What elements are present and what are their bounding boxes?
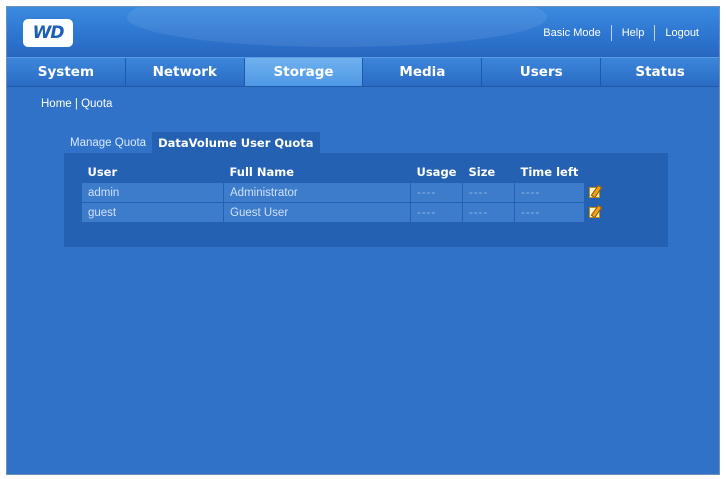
wd-logo: WD [23, 19, 73, 47]
table-header-row: User Full Name Usage Size Time left [82, 162, 606, 183]
cell-time-left: ---- [514, 202, 585, 223]
breadcrumb-current: Quota [81, 98, 113, 110]
header-decoration [127, 7, 547, 47]
app-window: WD Basic Mode Help Logout System Network… [6, 6, 720, 475]
header-size: Size [468, 165, 496, 179]
quota-table: User Full Name Usage Size Time left admi… [81, 162, 606, 223]
cell-time-left: ---- [514, 182, 585, 203]
tab-system[interactable]: System [7, 58, 126, 86]
header-usage: Usage [416, 165, 457, 179]
breadcrumb-separator: | [74, 98, 78, 110]
cell-full-name: Guest User [223, 202, 411, 223]
sub-tabs: Manage Quota DataVolume User Quota [64, 132, 320, 154]
header-user: User [87, 165, 118, 179]
help-link[interactable]: Help [612, 27, 655, 39]
header-time-left: Time left [520, 165, 579, 179]
cell-full-name: Administrator [223, 182, 411, 203]
subtab-manage-quota[interactable]: Manage Quota [64, 132, 152, 154]
quota-panel: User Full Name Usage Size Time left admi… [64, 153, 668, 247]
cell-usage: ---- [410, 202, 463, 223]
cell-size: ---- [462, 202, 515, 223]
breadcrumb: Home | Quota [41, 98, 112, 110]
header-full-name: Full Name [229, 165, 295, 179]
tab-network[interactable]: Network [126, 58, 245, 86]
table-row: guest Guest User ---- ---- ---- [81, 202, 606, 223]
edit-icon[interactable] [589, 184, 603, 199]
tab-status[interactable]: Status [601, 58, 719, 86]
cell-user: guest [81, 202, 224, 223]
edit-icon[interactable] [589, 204, 603, 219]
table-row: admin Administrator ---- ---- ---- [81, 182, 606, 203]
top-links: Basic Mode Help Logout [533, 25, 709, 41]
subtab-datavolume-user-quota[interactable]: DataVolume User Quota [152, 132, 320, 154]
cell-usage: ---- [410, 182, 463, 203]
cell-user: admin [81, 182, 224, 203]
cell-size: ---- [462, 182, 515, 203]
main-nav: System Network Storage Media Users Statu… [7, 57, 719, 87]
cell-edit [585, 203, 606, 223]
basic-mode-link[interactable]: Basic Mode [533, 27, 610, 39]
cell-edit [585, 183, 606, 203]
tab-media[interactable]: Media [363, 58, 483, 86]
header-bar: WD Basic Mode Help Logout [7, 7, 719, 57]
breadcrumb-home[interactable]: Home [41, 98, 72, 110]
logout-link[interactable]: Logout [655, 27, 709, 39]
header-action [585, 162, 606, 183]
tab-storage[interactable]: Storage [244, 58, 364, 86]
tab-users[interactable]: Users [482, 58, 602, 86]
